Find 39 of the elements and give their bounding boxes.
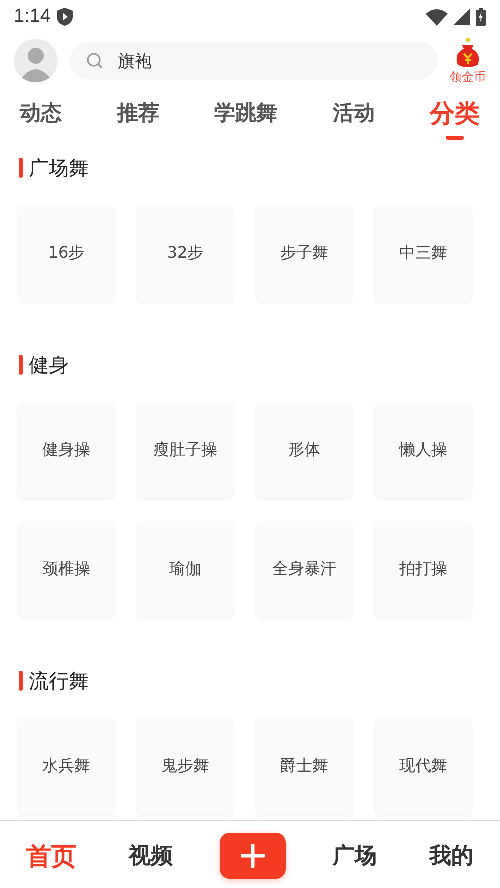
battery-icon xyxy=(476,8,486,26)
section-title: 广场舞 xyxy=(29,154,89,182)
category-tile[interactable]: 瑜伽 xyxy=(138,522,233,617)
nav-tab[interactable]: 首页 xyxy=(20,838,82,874)
nav-tab[interactable]: 视频 xyxy=(123,840,180,872)
nav-tab[interactable]: 我的 xyxy=(424,840,480,872)
category-tab[interactable]: 动态 xyxy=(20,95,62,139)
category-tab[interactable]: 推荐 xyxy=(117,95,160,139)
category-tile[interactable]: 颈椎操 xyxy=(19,522,114,617)
category-tab[interactable]: 分类 xyxy=(430,92,480,142)
category-tile[interactable]: 健身操 xyxy=(19,403,114,498)
category-tile[interactable]: 中三舞 xyxy=(376,206,471,301)
category-tile[interactable]: 现代舞 xyxy=(376,719,471,814)
plus-icon xyxy=(240,844,265,868)
avatar[interactable] xyxy=(14,39,58,83)
reward-label[interactable]: 领金币 xyxy=(450,68,486,86)
search-icon xyxy=(86,52,104,70)
wifi-icon xyxy=(426,8,448,26)
category-tile[interactable]: 水兵舞 xyxy=(19,719,114,814)
category-tile[interactable]: 鬼步舞 xyxy=(138,719,233,814)
status-time: 1:14 xyxy=(14,6,51,28)
category-tile[interactable]: 步子舞 xyxy=(257,206,352,301)
category-tile[interactable]: 拍打操 xyxy=(376,522,471,617)
category-tile[interactable]: 爵士舞 xyxy=(257,719,352,814)
nav-tab[interactable]: 广场 xyxy=(326,840,383,872)
category-tile[interactable]: 形体 xyxy=(257,403,352,498)
category-tile[interactable]: 瘦肚子操 xyxy=(138,403,233,498)
category-tile[interactable]: 全身暴汗 xyxy=(257,522,352,617)
signal-icon xyxy=(454,9,470,25)
category-tab[interactable]: 活动 xyxy=(332,95,375,139)
section-title: 健身 xyxy=(29,352,69,378)
search-field[interactable]: 旗袍 xyxy=(70,42,438,80)
shield-icon xyxy=(56,8,73,26)
add-button[interactable] xyxy=(220,833,286,879)
category-tab[interactable]: 学跳舞 xyxy=(214,95,278,139)
category-tile[interactable]: 16步 xyxy=(19,206,114,301)
section-title: 流行舞 xyxy=(29,668,89,694)
category-tile[interactable]: 懒人操 xyxy=(376,403,471,498)
category-tile[interactable]: 32步 xyxy=(138,206,233,301)
